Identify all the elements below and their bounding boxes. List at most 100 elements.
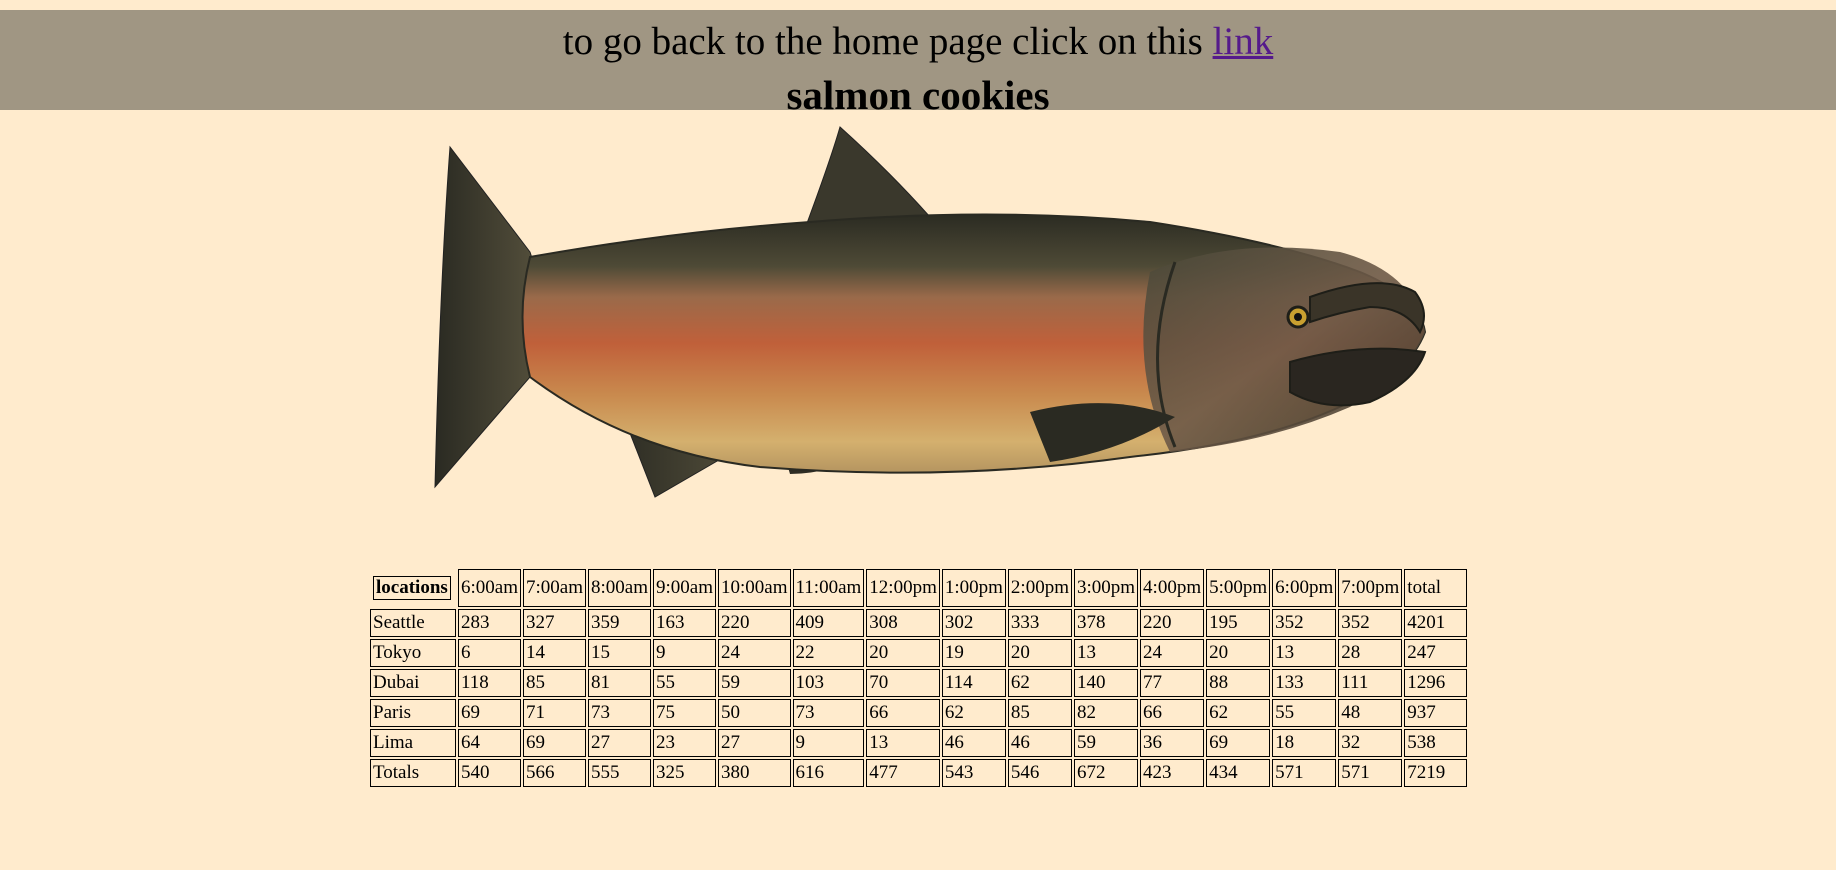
value-cell: 27 (588, 729, 651, 757)
value-cell: 616 (792, 759, 865, 787)
value-cell: 70 (866, 669, 940, 697)
table-row: Tokyo 6 14 15 9 24 22 20 19 20 13 24 20 13 28 247 (370, 639, 1468, 667)
value-cell: 75 (653, 699, 716, 727)
value-cell: 62 (1206, 699, 1271, 727)
value-cell: 9 (792, 729, 865, 757)
location-cell: Tokyo (370, 639, 456, 667)
value-cell: 48 (1338, 699, 1403, 727)
value-cell: 81 (588, 669, 651, 697)
column-header: 7:00am (523, 569, 586, 607)
value-cell: 133 (1272, 669, 1337, 697)
salmon-image (430, 122, 1430, 502)
value-cell: 46 (941, 729, 1006, 757)
locations-header: locations (370, 569, 456, 607)
value-cell: 71 (523, 699, 586, 727)
value-cell: 20 (1007, 639, 1072, 667)
value-cell: 111 (1338, 669, 1403, 697)
value-cell: 27 (718, 729, 791, 757)
value-cell: 18 (1272, 729, 1337, 757)
locations-header-label: locations (373, 576, 451, 600)
page-title: salmon cookies (786, 72, 1050, 118)
value-cell: 23 (653, 729, 716, 757)
value-cell: 50 (718, 699, 791, 727)
value-cell: 546 (1007, 759, 1072, 787)
value-cell: 302 (941, 609, 1006, 637)
value-cell: 69 (1206, 729, 1271, 757)
table-row: Lima 64 69 27 23 27 9 13 46 46 59 36 69 18 32 538 (370, 729, 1468, 757)
table-row: Seattle 283 327 359 163 220 409 308 302 333 378 220… (370, 609, 1468, 637)
value-cell: 55 (1272, 699, 1337, 727)
location-cell: Totals (370, 759, 456, 787)
value-cell: 283 (458, 609, 521, 637)
value-cell: 118 (458, 669, 521, 697)
value-cell: 325 (653, 759, 716, 787)
value-cell: 32 (1338, 729, 1403, 757)
value-cell: 15 (588, 639, 651, 667)
column-header: 3:00pm (1073, 569, 1139, 607)
value-cell: 327 (523, 609, 586, 637)
value-cell: 13 (1073, 639, 1139, 667)
table-row: Dubai 118 85 81 55 59 103 70 114 62 140 77 88 133 111 1… (370, 669, 1468, 697)
value-cell: 28 (1338, 639, 1403, 667)
value-cell: 103 (792, 669, 865, 697)
location-cell: Paris (370, 699, 456, 727)
lower-jaw (1289, 347, 1427, 407)
value-cell: 88 (1206, 669, 1271, 697)
column-header: 1:00pm (941, 569, 1006, 607)
column-header: 5:00pm (1206, 569, 1271, 607)
value-cell: 220 (1140, 609, 1205, 637)
value-cell: 1296 (1404, 669, 1468, 697)
value-cell: 24 (1140, 639, 1205, 667)
top-strip (0, 0, 1836, 10)
column-header: 11:00am (792, 569, 865, 607)
column-header: 6:00pm (1272, 569, 1337, 607)
value-cell: 73 (792, 699, 865, 727)
value-cell: 571 (1272, 759, 1337, 787)
value-cell: 672 (1073, 759, 1139, 787)
value-cell: 352 (1272, 609, 1337, 637)
value-cell: 195 (1206, 609, 1271, 637)
page-header: to go back to the home page click on thi… (0, 10, 1836, 117)
salmon-illustration (434, 126, 1427, 498)
value-cell: 555 (588, 759, 651, 787)
value-cell: 434 (1206, 759, 1271, 787)
value-cell: 69 (523, 729, 586, 757)
column-header: 7:00pm (1338, 569, 1403, 607)
column-header: 9:00am (653, 569, 716, 607)
location-cell: Seattle (370, 609, 456, 637)
value-cell: 538 (1404, 729, 1468, 757)
value-cell: 22 (792, 639, 865, 667)
value-cell: 59 (1073, 729, 1139, 757)
value-cell: 571 (1338, 759, 1403, 787)
value-cell: 409 (792, 609, 865, 637)
value-cell: 20 (866, 639, 940, 667)
value-cell: 423 (1140, 759, 1205, 787)
value-cell: 4201 (1404, 609, 1468, 637)
value-cell: 247 (1404, 639, 1468, 667)
value-cell: 543 (941, 759, 1006, 787)
value-cell: 46 (1007, 729, 1072, 757)
value-cell: 85 (523, 669, 586, 697)
column-header: 10:00am (718, 569, 791, 607)
value-cell: 163 (653, 609, 716, 637)
value-cell: 937 (1404, 699, 1468, 727)
value-cell: 13 (866, 729, 940, 757)
column-header: 4:00pm (1140, 569, 1205, 607)
column-header: 8:00am (588, 569, 651, 607)
sales-table: locations 6:00am 7:00am 8:00am 9:00am 10… (367, 566, 1470, 790)
value-cell: 566 (523, 759, 586, 787)
value-cell: 333 (1007, 609, 1072, 637)
value-cell: 69 (458, 699, 521, 727)
value-cell: 13 (1272, 639, 1337, 667)
value-cell: 66 (1140, 699, 1205, 727)
value-cell: 62 (1007, 669, 1072, 697)
table-row: Paris 69 71 73 75 50 73 66 62 85 82 66 62 55 48 937 (370, 699, 1468, 727)
header-row: locations 6:00am 7:00am 8:00am 9:00am 10… (370, 569, 1468, 607)
home-link[interactable]: link (1213, 20, 1274, 63)
value-cell: 359 (588, 609, 651, 637)
value-cell: 114 (941, 669, 1006, 697)
value-cell: 9 (653, 639, 716, 667)
value-cell: 308 (866, 609, 940, 637)
location-cell: Dubai (370, 669, 456, 697)
column-header: total (1404, 569, 1468, 607)
